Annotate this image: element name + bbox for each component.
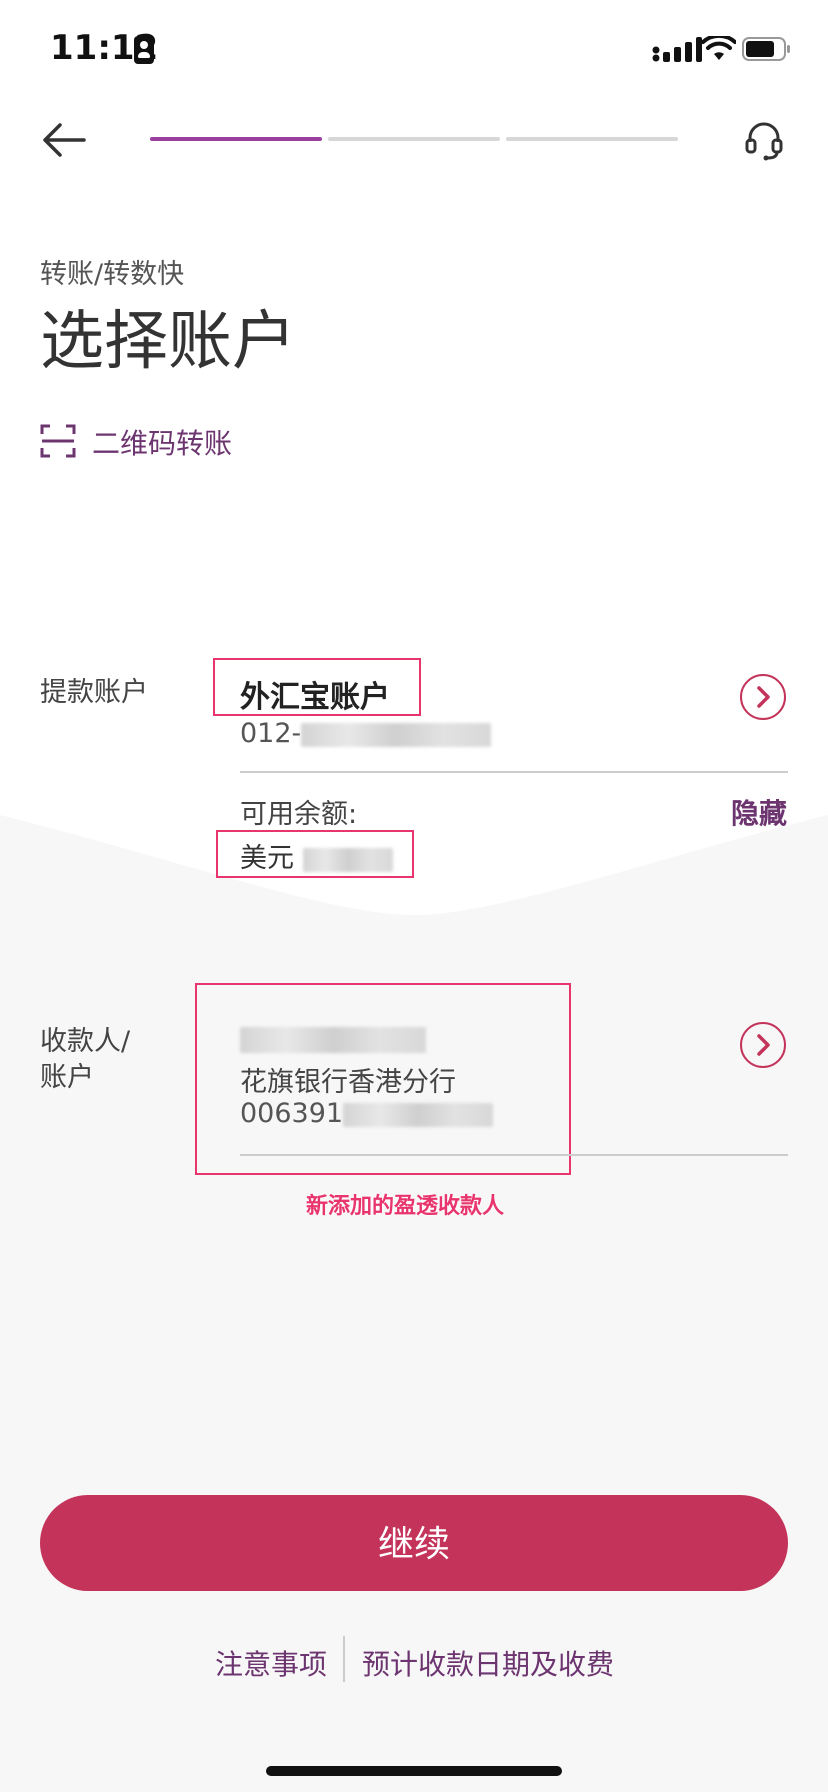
balance-label: 可用余额: — [240, 799, 358, 830]
available-balance: 美元 — [240, 836, 393, 875]
portrait-lock-icon — [134, 36, 154, 64]
redacted-account-number — [301, 722, 492, 747]
back-arrow-icon[interactable] — [40, 120, 88, 160]
payee-label-line2: 账户 — [40, 1062, 94, 1093]
payee-label-line1: 收款人/ — [40, 1026, 131, 1057]
battery-icon — [742, 37, 790, 61]
redacted-payee-name — [240, 1027, 426, 1053]
payee-name — [240, 1027, 426, 1053]
page-subtitle: 转账/转数快 — [40, 259, 185, 290]
debit-account-number-prefix: 012- — [240, 718, 302, 749]
qr-scan-icon — [40, 424, 76, 458]
debit-divider — [240, 771, 788, 773]
redacted-balance-amount — [302, 847, 393, 872]
continue-button[interactable]: 继续 — [40, 1495, 788, 1591]
redacted-payee-account — [343, 1102, 494, 1127]
qr-transfer-label: 二维码转账 — [92, 427, 233, 460]
debit-account-select-button[interactable] — [740, 674, 786, 720]
hide-balance-button[interactable]: 隐藏 — [731, 792, 787, 832]
debit-account-number: 012- — [240, 718, 492, 749]
payee-select-button[interactable] — [740, 1022, 786, 1068]
estimate-fees-link[interactable]: 预计收款日期及收费 — [362, 1643, 614, 1683]
payee-account-number-prefix: 006391 — [240, 1098, 344, 1129]
cellular-signal-icon — [652, 37, 702, 62]
notes-link[interactable]: 注意事项 — [215, 1643, 327, 1683]
payee-bank: 花旗银行香港分行 — [240, 1067, 456, 1098]
balance-currency: 美元 — [240, 843, 294, 874]
annotation-new-payee: 新添加的盈透收款人 — [306, 1194, 505, 1219]
payee-divider — [240, 1154, 788, 1156]
chevron-right-icon — [757, 1034, 770, 1056]
payee-account-number: 006391 — [240, 1098, 494, 1129]
progress-step-3 — [506, 137, 678, 141]
debit-account-label: 提款账户 — [40, 677, 148, 708]
wifi-icon — [702, 36, 736, 60]
progress-step-1 — [150, 137, 322, 141]
chevron-right-icon — [757, 686, 770, 708]
footer-divider — [343, 1636, 345, 1682]
headset-support-icon[interactable] — [742, 118, 786, 162]
progress-step-2 — [328, 137, 500, 141]
home-indicator — [266, 1766, 562, 1776]
page-title: 选择账户 — [40, 305, 296, 379]
debit-account-name: 外汇宝账户 — [240, 680, 390, 715]
payee-label: 收款人/ 账户 — [40, 1024, 130, 1096]
